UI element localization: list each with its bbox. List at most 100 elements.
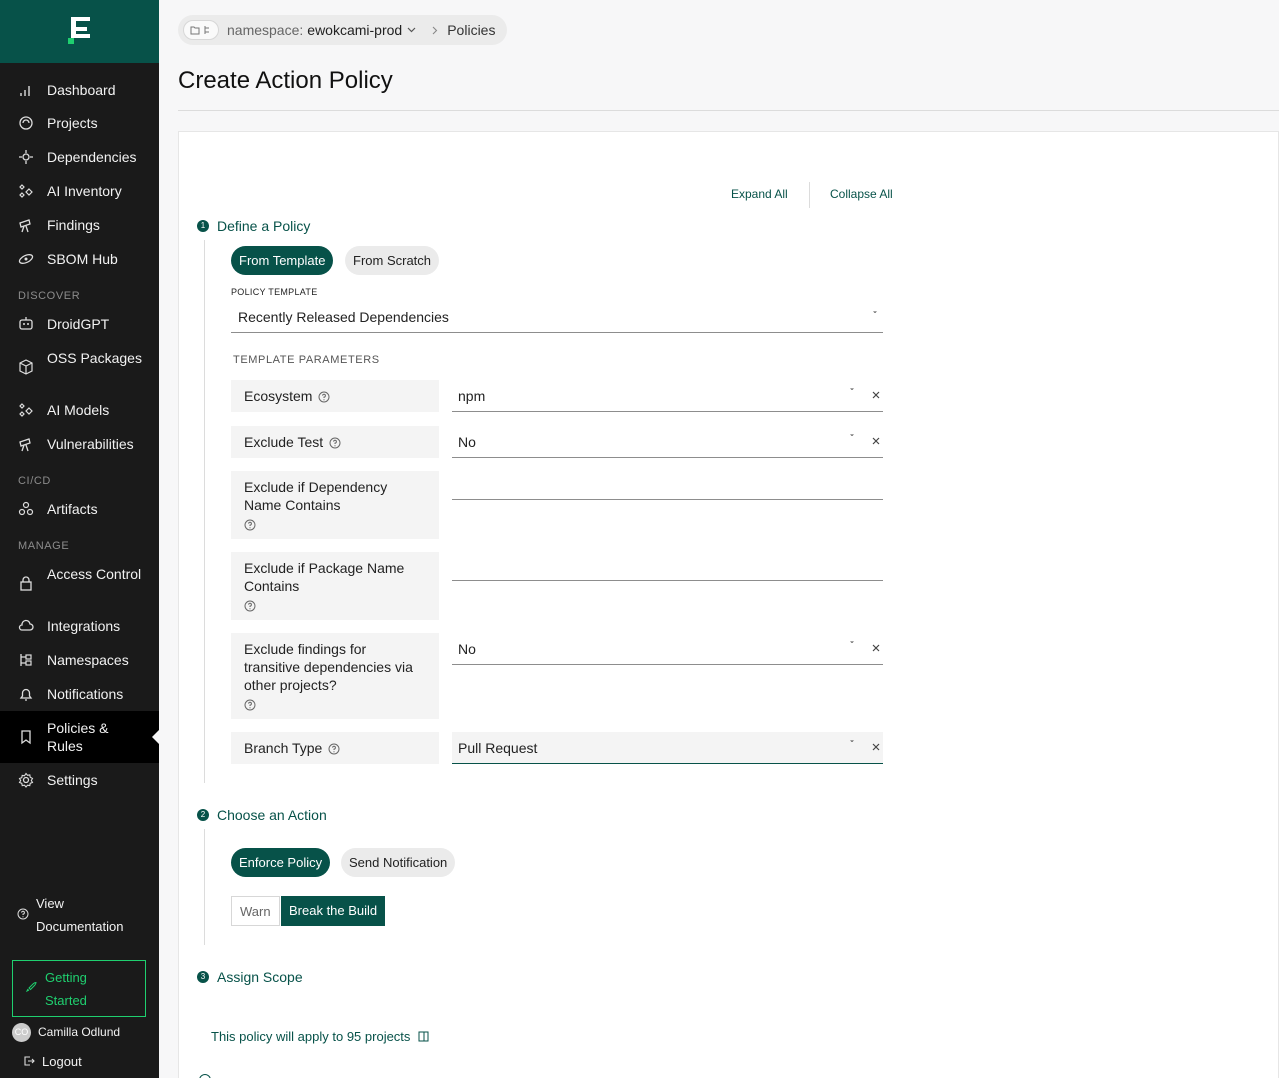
exclude-transitive-value: No [458, 641, 476, 657]
sidebar-item-ai-models[interactable]: AI Models [0, 400, 159, 420]
caret-down-icon [850, 740, 854, 742]
sidebar-item-policies-rules[interactable]: Policies & Rules [0, 711, 159, 763]
getting-started-button[interactable]: Getting Started [12, 960, 146, 1017]
caret-down-icon [850, 434, 854, 436]
view-documentation-link[interactable]: View Documentation [0, 890, 159, 940]
clear-icon[interactable] [871, 436, 881, 446]
sidebar-item-integrations[interactable]: Integrations [0, 616, 159, 636]
breadcrumb-namespace[interactable]: ewokcami-prod [307, 22, 402, 38]
help-circle-icon[interactable] [318, 391, 330, 403]
ecosystem-select[interactable]: npm [452, 380, 883, 412]
bookmark-icon [21, 730, 31, 745]
exclude-test-value: No [458, 434, 476, 450]
step-define-policy[interactable]: 1 Define a Policy [197, 218, 310, 234]
chevron-right-icon [432, 26, 438, 34]
policy-template-value: Recently Released Dependencies [238, 309, 449, 325]
param-label-exclude-test: Exclude Test [231, 426, 439, 458]
help-circle-icon[interactable] [244, 519, 256, 531]
sidebar-item-label: Artifacts [47, 501, 98, 517]
namespace-icon-group[interactable] [183, 20, 219, 40]
step-assign-scope[interactable]: 3 Assign Scope [197, 969, 303, 985]
warn-option[interactable]: Warn [231, 896, 280, 926]
sidebar-item-artifacts[interactable]: Artifacts [0, 499, 159, 519]
section-cicd: CI/CD [18, 475, 51, 487]
user-name: Camilla Odlund [38, 1025, 121, 1039]
gear-icon [18, 772, 34, 788]
help-circle-icon[interactable] [328, 743, 340, 755]
logout-icon [24, 1056, 35, 1066]
logo-bar [0, 0, 159, 63]
caret-down-icon [850, 641, 854, 643]
tree-icon [204, 26, 209, 34]
help-circle-icon[interactable] [244, 699, 256, 711]
breadcrumb-current[interactable]: Policies [447, 22, 495, 38]
sidebar-item-label: AI Inventory [47, 183, 122, 199]
cloud-icon [18, 619, 34, 631]
step-title: Define a Policy [217, 218, 311, 234]
rocket-icon [25, 981, 37, 992]
sidebar-item-droidgpt[interactable]: DroidGPT [0, 314, 159, 334]
sidebar-item-label: Findings [47, 217, 100, 233]
robot-icon [19, 317, 33, 330]
break-the-build-option[interactable]: Break the Build [281, 896, 386, 926]
help-circle-icon [17, 908, 29, 920]
view-documentation-label: View Documentation [36, 896, 124, 934]
namespace-icon [20, 654, 32, 666]
step-choose-action[interactable]: 2 Choose an Action [197, 807, 327, 823]
endor-logo-icon[interactable] [68, 17, 90, 44]
branch-type-select[interactable]: Pull Request [452, 732, 883, 764]
exclude-dependency-name-input[interactable] [452, 468, 883, 500]
sidebar-item-label: Projects [47, 115, 98, 131]
sidebar-item-ai-inventory[interactable]: AI Inventory [0, 181, 159, 201]
sidebar-item-namespaces[interactable]: Namespaces [0, 650, 159, 670]
sidebar-item-oss-packages[interactable]: OSS Packages [0, 349, 159, 385]
breadcrumb: namespace: ewokcami-prod Policies [178, 15, 508, 45]
param-label-text: Ecosystem [244, 388, 313, 404]
sidebar-item-sbom-hub[interactable]: SBOM Hub [0, 249, 159, 269]
ecosystem-value: npm [458, 388, 486, 404]
sidebar-item-dashboard[interactable]: Dashboard [0, 80, 159, 100]
sidebar-item-findings[interactable]: Findings [0, 215, 159, 235]
divider [809, 182, 810, 208]
projects-icon [19, 116, 33, 130]
tab-from-scratch[interactable]: From Scratch [345, 246, 440, 275]
logout-label: Logout [42, 1054, 82, 1069]
expand-all-button[interactable]: Expand All [731, 187, 788, 201]
branch-type-value: Pull Request [458, 740, 538, 756]
sidebar-item-settings[interactable]: Settings [0, 770, 159, 790]
clear-icon[interactable] [871, 742, 881, 752]
help-circle-icon[interactable] [244, 600, 256, 612]
scope-summary[interactable]: This policy will apply to 95 projects [211, 1029, 429, 1044]
sidebar-item-notifications[interactable]: Notifications [0, 684, 159, 704]
param-label-branch-type: Branch Type [231, 732, 439, 764]
sidebar-item-label: Vulnerabilities [47, 436, 134, 452]
bell-icon [19, 688, 33, 701]
clear-icon[interactable] [871, 390, 881, 400]
exclude-test-select[interactable]: No [452, 426, 883, 458]
sidebar-item-dependencies[interactable]: Dependencies [0, 147, 159, 167]
getting-started-label: Getting Started [45, 970, 87, 1008]
step-connector [204, 829, 205, 945]
tab-from-template[interactable]: From Template [231, 246, 334, 275]
sidebar-item-label: Integrations [47, 618, 121, 634]
param-label-text: Exclude findings for transitive dependen… [244, 641, 413, 693]
step-title: Choose an Action [217, 807, 327, 823]
chevron-down-icon[interactable] [407, 27, 416, 33]
sidebar-item-label: Notifications [47, 686, 124, 702]
side-panel-icon[interactable] [418, 1031, 429, 1042]
help-circle-icon[interactable] [329, 437, 341, 449]
exclude-transitive-select[interactable]: No [452, 633, 883, 665]
findings-icon [19, 219, 31, 233]
param-label-exclude-transitive: Exclude findings for transitive dependen… [231, 633, 439, 719]
policy-template-select[interactable]: Recently Released Dependencies [231, 302, 883, 333]
sidebar-item-access-control[interactable]: Access Control [0, 565, 159, 601]
exclude-package-name-input[interactable] [452, 549, 883, 581]
clear-icon[interactable] [871, 643, 881, 653]
tab-send-notification[interactable]: Send Notification [341, 848, 456, 877]
sidebar-item-vulnerabilities[interactable]: Vulnerabilities [0, 434, 159, 454]
step-number: 3 [197, 971, 209, 983]
tab-enforce-policy[interactable]: Enforce Policy [231, 848, 331, 877]
collapse-all-button[interactable]: Collapse All [830, 187, 893, 201]
sidebar-item-projects[interactable]: Projects [0, 113, 159, 133]
param-label-exclude-dependency-name: Exclude if Dependency Name Contains [231, 471, 439, 539]
